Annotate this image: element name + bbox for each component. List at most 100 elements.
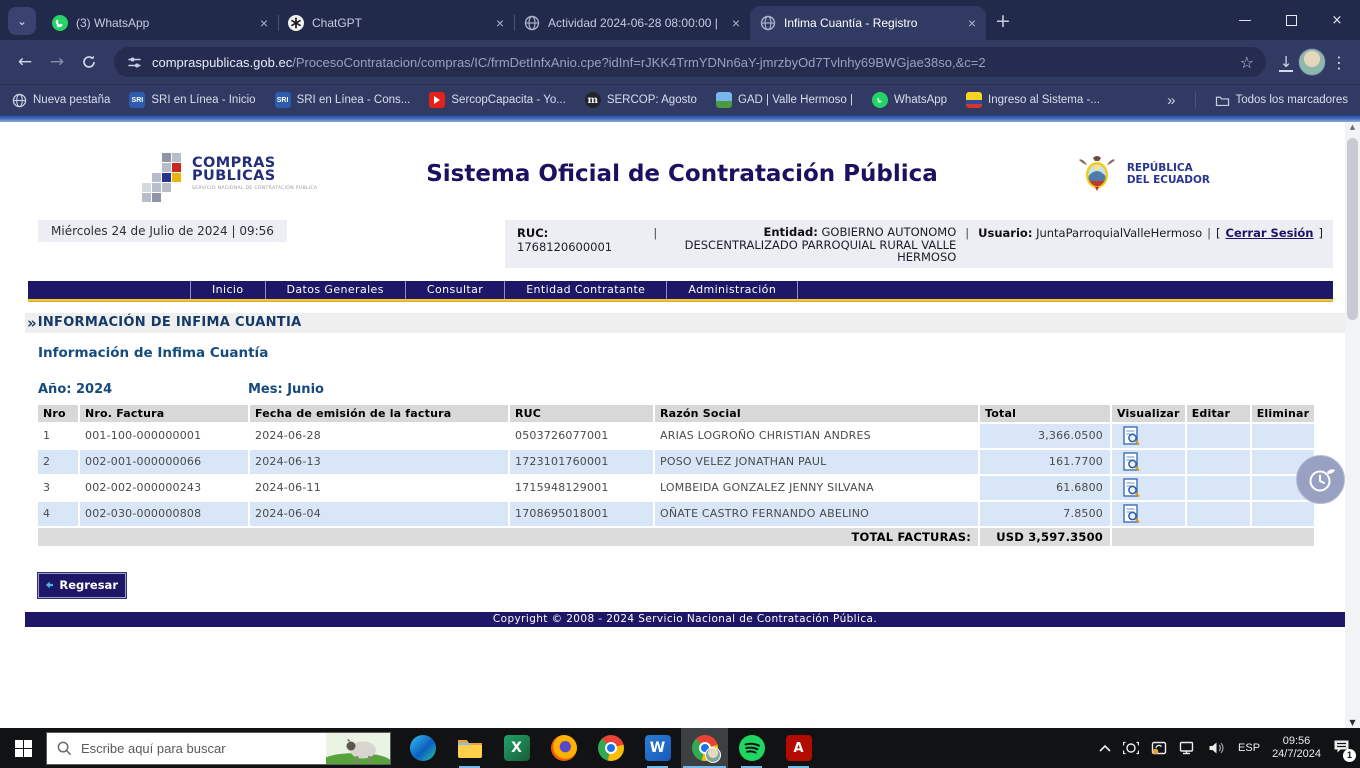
bookmark-label: Nueva pestaña <box>33 94 111 106</box>
bookmark-gad-valle-hermoso[interactable]: GAD | Valle Hermoso | <box>715 92 853 108</box>
search-daily-image[interactable] <box>326 732 390 764</box>
cell-razon-social: ARIAS LOGROÑO CHRISTIAN ANDRES <box>655 423 978 448</box>
subsection-title: Información de Infima Cuantía <box>38 344 269 361</box>
page-scrollbar[interactable]: ▲ ▼ <box>1345 122 1360 728</box>
close-icon[interactable]: × <box>496 16 504 30</box>
pixel-mosaic-icon <box>162 162 171 172</box>
bookmark-sri-inicio[interactable]: SRI SRI en Línea - Inicio <box>129 92 256 108</box>
tab-actividad[interactable]: Actividad 2024-06-28 08:00:00 | × <box>514 6 750 40</box>
forward-button[interactable]: → <box>42 47 72 77</box>
taskbar-firefox[interactable] <box>540 728 587 768</box>
tab-title: (3) WhatsApp <box>76 16 150 30</box>
tab-infima-cuantia-active[interactable]: Infima Cuantía - Registro × <box>750 6 986 40</box>
bookmark-star-icon[interactable]: ☆ <box>1240 53 1254 72</box>
user-session: Usuario: JuntaParroquialValleHermoso | [… <box>978 226 1323 240</box>
taskbar-word[interactable]: W <box>634 728 681 768</box>
entity-ruc: RUC: 1768120600001 <box>517 226 613 254</box>
taskbar-excel[interactable]: X <box>493 728 540 768</box>
taskbar-acrobat[interactable]: A <box>775 728 822 768</box>
tab-chatgpt[interactable]: ChatGPT × <box>278 6 514 40</box>
action-center-button[interactable]: 1 <box>1333 739 1356 762</box>
bookmark-nueva-pestana[interactable]: Nueva pestaña <box>12 93 110 108</box>
cell-factura: 002-002-000000243 <box>80 475 248 500</box>
bracket: ] <box>1318 226 1324 240</box>
session-info-bar: Miércoles 24 de Julio de 2024 | 09:56 RU… <box>38 220 1333 268</box>
bookmark-sercopcapacita[interactable]: SercopCapacita - Yo... <box>429 92 566 108</box>
close-icon: × <box>1331 12 1343 28</box>
bookmarks-overflow-button[interactable]: » <box>1167 92 1175 109</box>
tab-whatsapp[interactable]: (3) WhatsApp × <box>42 6 278 40</box>
bookmark-sercop-agosto[interactable]: m SERCOP: Agosto <box>584 92 697 108</box>
taskbar-chrome[interactable] <box>587 728 634 768</box>
taskbar-edge[interactable] <box>399 728 446 768</box>
tray-network-icon[interactable] <box>1179 741 1196 755</box>
ruc-label: RUC: <box>517 226 549 240</box>
browser-tabstrip: ⌄ (3) WhatsApp × ChatGPT × Actividad 202… <box>0 0 1360 40</box>
regresar-button[interactable]: Regresar <box>37 571 127 599</box>
cell-eliminar <box>1251 501 1315 526</box>
bookmark-ingreso-sistema[interactable]: Ingreso al Sistema -... <box>966 92 1100 108</box>
profile-avatar[interactable] <box>1298 48 1326 76</box>
menu-item-consultar[interactable]: Consultar <box>406 280 506 299</box>
visualizar-icon[interactable] <box>1123 477 1141 498</box>
scroll-down-arrow[interactable]: ▼ <box>1345 718 1360 727</box>
usuario: Usuario: JuntaParroquialValleHermoso <box>978 226 1203 240</box>
tray-app-icon[interactable] <box>1123 741 1140 755</box>
bookmark-whatsapp[interactable]: WhatsApp <box>871 92 947 108</box>
close-icon[interactable]: × <box>968 16 976 30</box>
start-button[interactable] <box>0 728 46 768</box>
taskbar-file-explorer[interactable] <box>446 728 493 768</box>
tray-sync-icon[interactable] <box>1151 741 1167 755</box>
cell-nro: 3 <box>38 475 78 500</box>
filters-row: Año: 2024 Mes: Junio <box>38 382 1360 397</box>
taskbar-search[interactable]: Escribe aquí para buscar <box>46 731 391 765</box>
menu-item-datos-generales[interactable]: Datos Generales <box>266 280 406 299</box>
tray-volume-icon[interactable] <box>1208 741 1226 755</box>
menu-item-entidad-contratante[interactable]: Entidad Contratante <box>505 280 668 299</box>
bookmark-sri-consultas[interactable]: SRI SRI en Línea - Cons... <box>274 92 410 108</box>
window-maximize-button[interactable] <box>1268 0 1314 40</box>
section-heading: INFORMACIÓN DE INFIMA CUANTIA <box>37 315 302 330</box>
url-text[interactable]: compraspublicas.gob.ec/ProcesoContrataci… <box>152 55 1225 70</box>
all-bookmarks-button[interactable]: Todos los marcadores <box>1215 94 1348 107</box>
reload-button[interactable] <box>74 47 104 77</box>
globe-icon <box>524 15 540 31</box>
floating-timer-widget[interactable] <box>1296 455 1345 504</box>
table-row: 1 001-100-000000001 2024-06-28 050372607… <box>38 423 1315 448</box>
visualizar-icon[interactable] <box>1123 503 1141 524</box>
page-top-accent <box>0 115 1360 122</box>
cell-total: 161.7700 <box>980 449 1110 474</box>
cell-ruc: 1708695018001 <box>510 501 653 526</box>
browser-menu-button[interactable]: ⋮ <box>1328 53 1350 72</box>
scroll-up-arrow[interactable]: ▲ <box>1345 123 1360 131</box>
close-icon[interactable]: × <box>260 16 268 30</box>
back-icon: ← <box>17 52 33 72</box>
window-minimize-button[interactable]: — <box>1222 0 1268 40</box>
scrollbar-thumb[interactable] <box>1347 138 1358 320</box>
bracket: [ <box>1216 226 1221 240</box>
page-header: COMPRAS PUBLICAS SERVICIO NACIONAL DE CO… <box>162 138 1210 210</box>
visualizar-icon[interactable] <box>1123 425 1141 446</box>
window-close-button[interactable]: × <box>1314 0 1360 40</box>
table-row: 4 002-030-000000808 2024-06-04 170869501… <box>38 501 1315 526</box>
new-tab-button[interactable]: + <box>988 6 1018 36</box>
gov-line2: DEL ECUADOR <box>1126 174 1210 186</box>
downloads-button[interactable]: ↓ <box>1276 53 1296 72</box>
logout-link[interactable]: Cerrar Sesión <box>1226 226 1314 240</box>
taskbar-clock[interactable]: 09:56 24/7/2024 <box>1272 735 1321 761</box>
tab-search-button[interactable]: ⌄ <box>8 7 36 35</box>
taskbar-chrome-active[interactable] <box>681 728 728 768</box>
keyboard-language[interactable]: ESP <box>1238 742 1260 754</box>
cell-eliminar <box>1251 423 1315 448</box>
close-icon[interactable]: × <box>732 16 740 30</box>
address-bar[interactable]: compraspublicas.gob.ec/ProcesoContrataci… <box>114 47 1266 77</box>
taskbar-spotify[interactable] <box>728 728 775 768</box>
tray-expand-chevron-icon[interactable] <box>1099 744 1111 752</box>
visualizar-icon[interactable] <box>1123 451 1141 472</box>
menu-item-inicio[interactable]: Inicio <box>191 280 266 299</box>
notification-badge: 1 <box>1343 748 1356 762</box>
bookmark-label: SERCOP: Agosto <box>606 94 697 106</box>
site-settings-icon[interactable] <box>126 54 143 71</box>
menu-item-administracion[interactable]: Administración <box>667 280 799 299</box>
back-button[interactable]: ← <box>10 47 40 77</box>
